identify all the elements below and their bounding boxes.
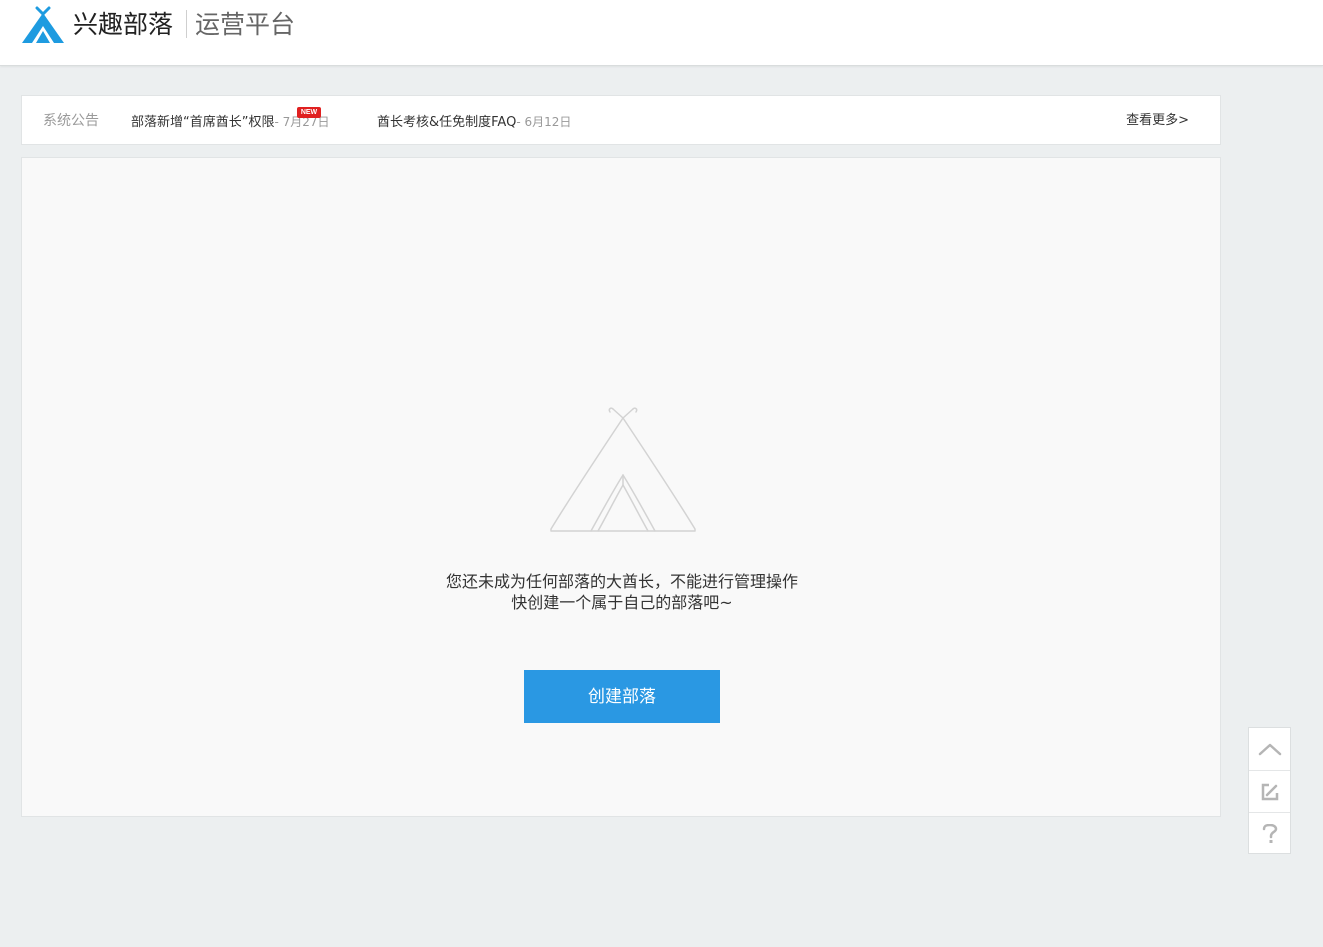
empty-state-message: 您还未成为任何部落的大酋长，不能进行管理操作 快创建一个属于自己的部落吧~: [22, 571, 1222, 613]
chevron-up-icon: [1258, 743, 1281, 755]
tribe-logo-icon[interactable]: [21, 6, 65, 44]
edit-icon: [1261, 783, 1278, 800]
help-icon: [1262, 823, 1277, 843]
empty-state-line-2: 快创建一个属于自己的部落吧~: [511, 593, 733, 612]
notice-item-title: 部落新增“首席酋长”权限: [131, 115, 275, 130]
new-badge: NEW: [297, 107, 321, 118]
view-more-link[interactable]: 查看更多>: [1126, 113, 1189, 129]
floating-toolbar: [1248, 727, 1291, 854]
brand-name[interactable]: 兴趣部落: [73, 8, 173, 42]
create-tribe-button[interactable]: 创建部落: [524, 670, 720, 723]
top-header: 兴趣部落 运营平台: [0, 0, 1323, 66]
notice-item-faq[interactable]: 酋长考核&任免制度FAQ- 6月12日: [377, 114, 571, 131]
main-panel: 您还未成为任何部落的大酋长，不能进行管理操作 快创建一个属于自己的部落吧~ 创建…: [21, 157, 1221, 817]
back-to-top-button[interactable]: [1249, 728, 1290, 769]
system-notice-bar: 系统公告 部落新增“首席酋长”权限- 7月27日 NEW 酋长考核&任免制度FA…: [21, 95, 1221, 145]
notice-item-title: 酋长考核&任免制度FAQ: [377, 115, 517, 130]
help-button[interactable]: [1249, 812, 1290, 854]
empty-state-line-1: 您还未成为任何部落的大酋长，不能进行管理操作: [445, 572, 798, 591]
tent-placeholder-icon: [550, 407, 696, 532]
platform-title: 运营平台: [195, 10, 296, 39]
notice-label: 系统公告: [43, 113, 99, 129]
feedback-button[interactable]: [1249, 770, 1290, 812]
notice-item-date: - 6月12日: [516, 115, 572, 129]
header-divider: [186, 10, 187, 38]
